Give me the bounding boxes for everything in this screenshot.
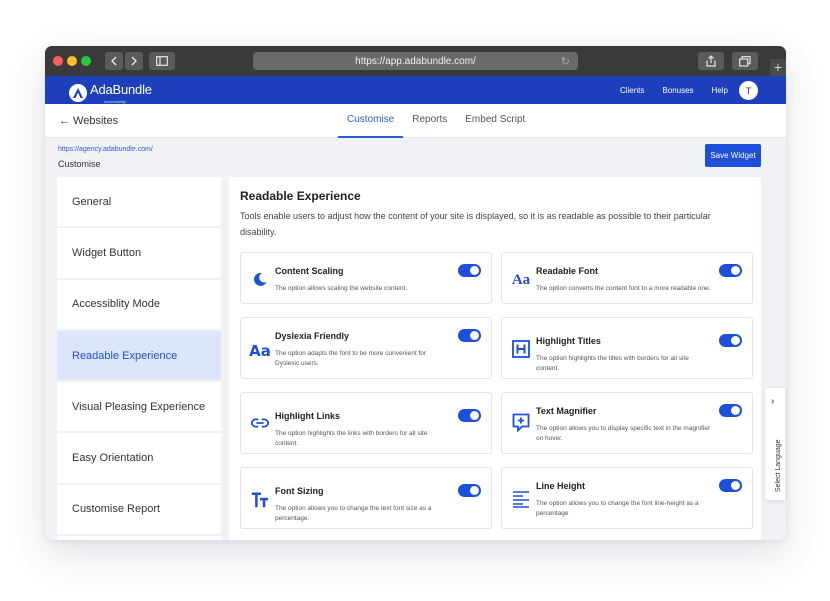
tabs-overview-button[interactable] — [732, 52, 758, 70]
panel-title: Readable Experience — [240, 189, 361, 203]
feature-card-highlight-titles: Highlight Titles The option highlights t… — [501, 317, 753, 379]
browser-toolbar: https://app.adabundle.com/ ↻ + — [45, 46, 786, 76]
nav-bonuses[interactable]: Bonuses — [662, 86, 693, 95]
sidebar-item-general[interactable]: General — [57, 177, 221, 229]
tab-customise[interactable]: Customise — [338, 104, 404, 138]
feature-title: Line Height — [536, 481, 585, 491]
sidebar-item-easy-orientation[interactable]: Easy Orientation — [57, 433, 221, 485]
panel-description: Tools enable users to adjust how the con… — [240, 211, 711, 237]
nav-help[interactable]: Help — [712, 86, 728, 95]
feature-description: The option highlights the titles with bo… — [536, 355, 689, 372]
share-button[interactable] — [698, 52, 724, 70]
address-bar[interactable]: https://app.adabundle.com/ ↻ — [253, 52, 578, 70]
feature-card-font-sizing: Font Sizing The option allows you to cha… — [240, 467, 492, 529]
feature-card-content-scaling: Content Scaling The option allows scalin… — [240, 252, 492, 304]
feature-card-readable-font: Aa Readable Font The option converts the… — [501, 252, 753, 304]
chevron-right-icon — [131, 56, 137, 66]
feature-card-highlight-links: Highlight Links The option highlights th… — [240, 392, 492, 454]
feature-title: Highlight Titles — [536, 336, 601, 346]
logo-text: AdaBundle — [90, 82, 152, 97]
moon-icon — [251, 270, 269, 288]
highlight-links-toggle[interactable] — [458, 409, 481, 422]
settings-sidebar: General Widget Button Accessiblity Mode … — [57, 177, 221, 540]
feature-card-text-magnifier: Text Magnifier The option allows you to … — [501, 392, 753, 454]
save-widget-button[interactable]: Save Widget — [705, 144, 761, 167]
sidebar-toggle-button[interactable] — [149, 52, 175, 70]
text-magnifier-toggle[interactable] — [719, 404, 742, 417]
sidebar-item-visual-pleasing-experience[interactable]: Visual Pleasing Experience — [57, 382, 221, 434]
app-navbar: AdaBundle Accessibility Clients Bonuses … — [45, 76, 786, 104]
line-height-toggle[interactable] — [719, 479, 742, 492]
maximize-window-button[interactable] — [81, 56, 91, 66]
dyslexia-aa-icon: Aa — [249, 342, 271, 360]
font-size-icon — [251, 491, 269, 509]
feature-title: Dyslexia Friendly — [275, 331, 350, 341]
readable-font-icon: Aa — [511, 272, 531, 288]
select-language-tab[interactable]: › Select Language — [765, 388, 785, 500]
dyslexia-friendly-toggle[interactable] — [458, 329, 481, 342]
back-to-websites-link[interactable]: ← Websites — [59, 115, 118, 127]
feature-description: The option allows you to change the font… — [536, 500, 699, 517]
readable-experience-panel: Readable Experience Tools enable users t… — [229, 177, 761, 540]
feature-title: Readable Font — [536, 266, 599, 276]
logo[interactable]: AdaBundle Accessibility — [69, 81, 152, 104]
line-height-icon — [512, 490, 530, 508]
new-tab-button[interactable]: + — [770, 59, 786, 76]
logo-icon — [69, 83, 87, 102]
back-nav-button[interactable] — [105, 52, 123, 70]
browser-window: https://app.adabundle.com/ ↻ + AdaBundle… — [45, 46, 786, 540]
top-nav-links: Clients Bonuses Help — [620, 76, 728, 104]
tab-embed-script[interactable]: Embed Script — [456, 104, 534, 138]
close-window-button[interactable] — [53, 56, 63, 66]
site-url-link[interactable]: https://agency.adabundle.com/ — [58, 146, 153, 153]
content-scaling-toggle[interactable] — [458, 264, 481, 277]
readable-font-toggle[interactable] — [719, 264, 742, 277]
feature-card-line-height: Line Height The option allows you to cha… — [501, 467, 753, 529]
feature-card-dyslexia-friendly: Aa Dyslexia Friendly The option adapts t… — [240, 317, 492, 379]
sidebar-item-accessibility-mode[interactable]: Accessiblity Mode — [57, 280, 221, 331]
feature-description: The option adapts the font to be more co… — [275, 350, 427, 367]
feature-title: Font Sizing — [275, 486, 324, 496]
feature-description: The option highlights the links with bor… — [275, 430, 428, 447]
magnifier-icon — [512, 413, 530, 432]
link-icon — [251, 414, 269, 432]
minimize-window-button[interactable] — [67, 56, 77, 66]
select-language-label: Select Language — [775, 439, 782, 492]
font-sizing-toggle[interactable] — [458, 484, 481, 497]
feature-title: Highlight Links — [275, 411, 340, 421]
reload-icon[interactable]: ↻ — [561, 55, 570, 68]
feature-description: The option converts the content font to … — [536, 285, 711, 292]
share-icon — [706, 55, 716, 67]
feature-description: The option allows scaling the website co… — [275, 285, 408, 292]
tabs-icon — [739, 55, 751, 67]
page-header: ← Websites Customise Reports Embed Scrip… — [45, 104, 786, 138]
sidebar-item-customise-report[interactable]: Customise Report — [57, 485, 221, 537]
chevron-left-icon — [111, 56, 117, 66]
highlight-titles-toggle[interactable] — [719, 334, 742, 347]
heading-box-icon — [512, 340, 530, 358]
feature-description: The option allows you to display specifi… — [536, 425, 711, 442]
tab-reports[interactable]: Reports — [403, 104, 456, 138]
chevron-right-icon: › — [771, 396, 775, 407]
forward-nav-button[interactable] — [125, 52, 143, 70]
sidebar-item-readable-experience[interactable]: Readable Experience — [57, 330, 221, 383]
sidebar-icon — [156, 56, 168, 66]
feature-title: Text Magnifier — [536, 406, 597, 416]
address-url: https://app.adabundle.com/ — [355, 55, 476, 67]
tab-bar: Customise Reports Embed Script — [338, 104, 534, 138]
feature-title: Content Scaling — [275, 266, 344, 276]
feature-description: The option allows you to change the text… — [275, 505, 432, 522]
sidebar-item-widget-button[interactable]: Widget Button — [57, 228, 221, 280]
avatar[interactable]: T — [739, 81, 758, 100]
page-subtitle: Customise — [58, 159, 101, 169]
nav-clients[interactable]: Clients — [620, 86, 644, 95]
